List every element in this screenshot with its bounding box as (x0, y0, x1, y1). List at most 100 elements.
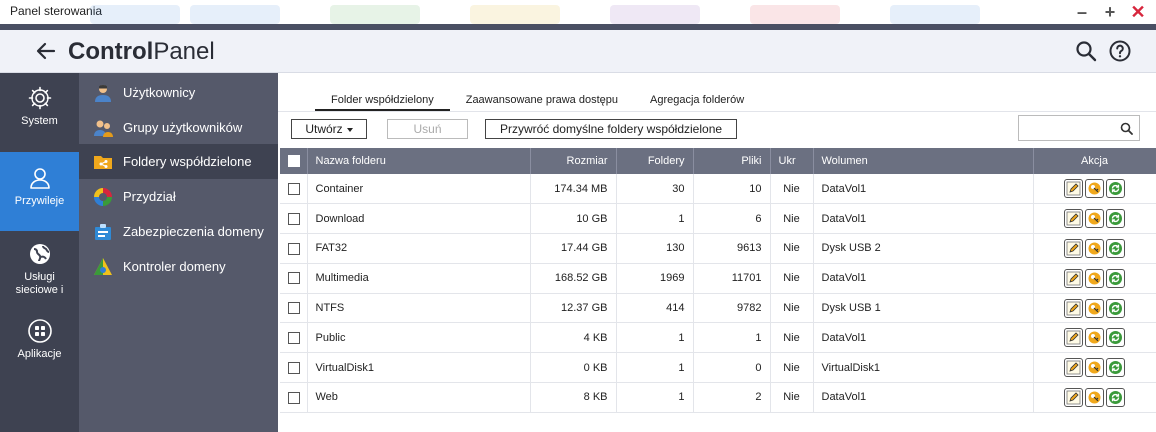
refresh-button[interactable] (1106, 209, 1125, 229)
minimize-button[interactable]: – (1072, 2, 1092, 22)
nav-item-system[interactable]: System (0, 85, 79, 145)
edit-properties-button[interactable] (1064, 298, 1083, 318)
edit-permissions-button[interactable] (1085, 328, 1104, 348)
window-titlebar: Panel sterowania – + ✕ (0, 0, 1156, 30)
cell-folder-name: Web (307, 382, 531, 413)
cell-folder-name: Public (307, 322, 531, 354)
row-checkbox[interactable] (288, 361, 300, 374)
edit-permissions-button[interactable] (1085, 298, 1104, 318)
search-box (1018, 115, 1140, 141)
refresh-button[interactable] (1106, 387, 1125, 407)
refresh-icon (1109, 390, 1122, 404)
tab-shared-folder[interactable]: Folder współdzielony (315, 91, 450, 111)
table-row[interactable]: NTFS 12.37 GB 414 9782 Nie Dysk USB 1 (280, 293, 1156, 324)
nav-item-privileges[interactable]: Przywileje (0, 152, 79, 231)
subnav-item-user-groups[interactable]: Grupy użytkowników (79, 110, 278, 145)
refresh-button[interactable] (1106, 298, 1125, 318)
refresh-button[interactable] (1106, 328, 1125, 348)
row-checkbox[interactable] (288, 391, 300, 404)
table-row[interactable]: Multimedia 168.52 GB 1969 11701 Nie Data… (280, 263, 1156, 294)
column-header-size[interactable]: Rozmiar (530, 148, 617, 174)
edit-permissions-button[interactable] (1085, 209, 1104, 229)
refresh-button[interactable] (1106, 358, 1125, 378)
cell-actions (1033, 352, 1156, 384)
row-checkbox[interactable] (288, 242, 300, 255)
edit-properties-button[interactable] (1064, 268, 1083, 288)
tab-advanced-permissions[interactable]: Zaawansowane prawa dostępu (450, 91, 634, 111)
table-row[interactable]: Web 8 KB 1 2 Nie DataVol1 (280, 382, 1156, 413)
refresh-button[interactable] (1106, 179, 1125, 199)
cell-folder-name: Container (307, 174, 531, 205)
row-checkbox-cell (280, 263, 308, 294)
cell-folders: 1 (616, 382, 694, 413)
search-icon[interactable] (1120, 122, 1133, 135)
refresh-icon (1109, 212, 1122, 226)
nav-item-applications[interactable]: Aplikacje (0, 318, 79, 370)
maximize-button[interactable]: + (1100, 2, 1120, 22)
search-icon[interactable] (1074, 39, 1098, 63)
subnav-label: Foldery współdzielone (123, 154, 252, 169)
edit-permissions-button[interactable] (1085, 387, 1104, 407)
subnav-item-domain-controller[interactable]: Kontroler domeny (79, 249, 278, 284)
cell-files: 9782 (693, 293, 771, 324)
column-header-folders[interactable]: Foldery (616, 148, 694, 174)
edit-permissions-button[interactable] (1085, 179, 1104, 199)
edit-permissions-button[interactable] (1085, 358, 1104, 378)
refresh-icon (1109, 182, 1122, 196)
edit-properties-button[interactable] (1064, 358, 1083, 378)
select-all-checkbox[interactable] (288, 155, 300, 168)
subnav-item-domain-security[interactable]: Zabezpieczenia domeny (79, 214, 278, 249)
subnav-label: Zabezpieczenia domeny (123, 224, 264, 239)
refresh-icon (1109, 271, 1122, 285)
edit-permissions-button[interactable] (1085, 268, 1104, 288)
search-input[interactable] (1019, 116, 1115, 140)
table-row[interactable]: Download 10 GB 1 6 Nie DataVol1 (280, 203, 1156, 235)
cell-volume: DataVol1 (813, 174, 1034, 205)
column-header-files[interactable]: Pliki (693, 148, 771, 174)
row-checkbox[interactable] (288, 331, 300, 344)
subnav-item-users[interactable]: Użytkownicy (79, 75, 278, 110)
nav-item-network-services[interactable]: Usługi sieciowe i (0, 241, 79, 305)
tab-folder-aggregation[interactable]: Agregacja folderów (634, 91, 760, 111)
edit-permissions-button[interactable] (1085, 238, 1104, 258)
app-header: ControlPanel (0, 30, 1156, 73)
edit-icon (1066, 271, 1081, 286)
cell-size: 4 KB (530, 322, 617, 354)
delete-button[interactable]: Usuń (387, 119, 468, 139)
create-button[interactable]: Utwórz (291, 119, 367, 139)
table-row[interactable]: VirtualDisk1 0 KB 1 0 Nie VirtualDisk1 (280, 352, 1156, 384)
column-header-hidden[interactable]: Ukr (770, 148, 814, 174)
edit-properties-button[interactable] (1064, 209, 1083, 229)
edit-properties-button[interactable] (1064, 387, 1083, 407)
cell-size: 10 GB (530, 203, 617, 235)
back-arrow-icon[interactable] (34, 39, 58, 63)
refresh-button[interactable] (1106, 268, 1125, 288)
help-icon[interactable] (1108, 39, 1132, 63)
row-checkbox[interactable] (288, 272, 300, 285)
row-checkbox[interactable] (288, 182, 300, 195)
row-checkbox-cell (280, 174, 308, 205)
cell-volume: DataVol1 (813, 203, 1034, 235)
edit-properties-button[interactable] (1064, 328, 1083, 348)
apps-icon (27, 319, 52, 343)
subnav-item-quota[interactable]: Przydział (79, 179, 278, 214)
edit-properties-button[interactable] (1064, 179, 1083, 199)
restore-default-folders-button[interactable]: Przywróć domyślne foldery współdzielone (485, 119, 737, 139)
subnav-item-shared-folders[interactable]: Foldery współdzielone (79, 144, 278, 179)
refresh-button[interactable] (1106, 238, 1125, 258)
titlebar-decoration (470, 5, 560, 24)
cell-actions (1033, 293, 1156, 324)
cell-size: 168.52 GB (530, 263, 617, 294)
table-row[interactable]: Container 174.34 MB 30 10 Nie DataVol1 (280, 174, 1156, 205)
column-header-volume[interactable]: Wolumen (813, 148, 1034, 174)
table-row[interactable]: Public 4 KB 1 1 Nie DataVol1 (280, 322, 1156, 354)
row-checkbox[interactable] (288, 212, 300, 225)
column-header-name[interactable]: Nazwa folderu (307, 148, 531, 174)
quota-icon (94, 187, 112, 206)
table-row[interactable]: FAT32 17.44 GB 130 9613 Nie Dysk USB 2 (280, 233, 1156, 264)
edit-properties-button[interactable] (1064, 238, 1083, 258)
close-button[interactable]: ✕ (1128, 2, 1148, 22)
titlebar-decoration (190, 5, 280, 24)
row-checkbox[interactable] (288, 302, 300, 315)
row-checkbox-cell (280, 322, 308, 354)
